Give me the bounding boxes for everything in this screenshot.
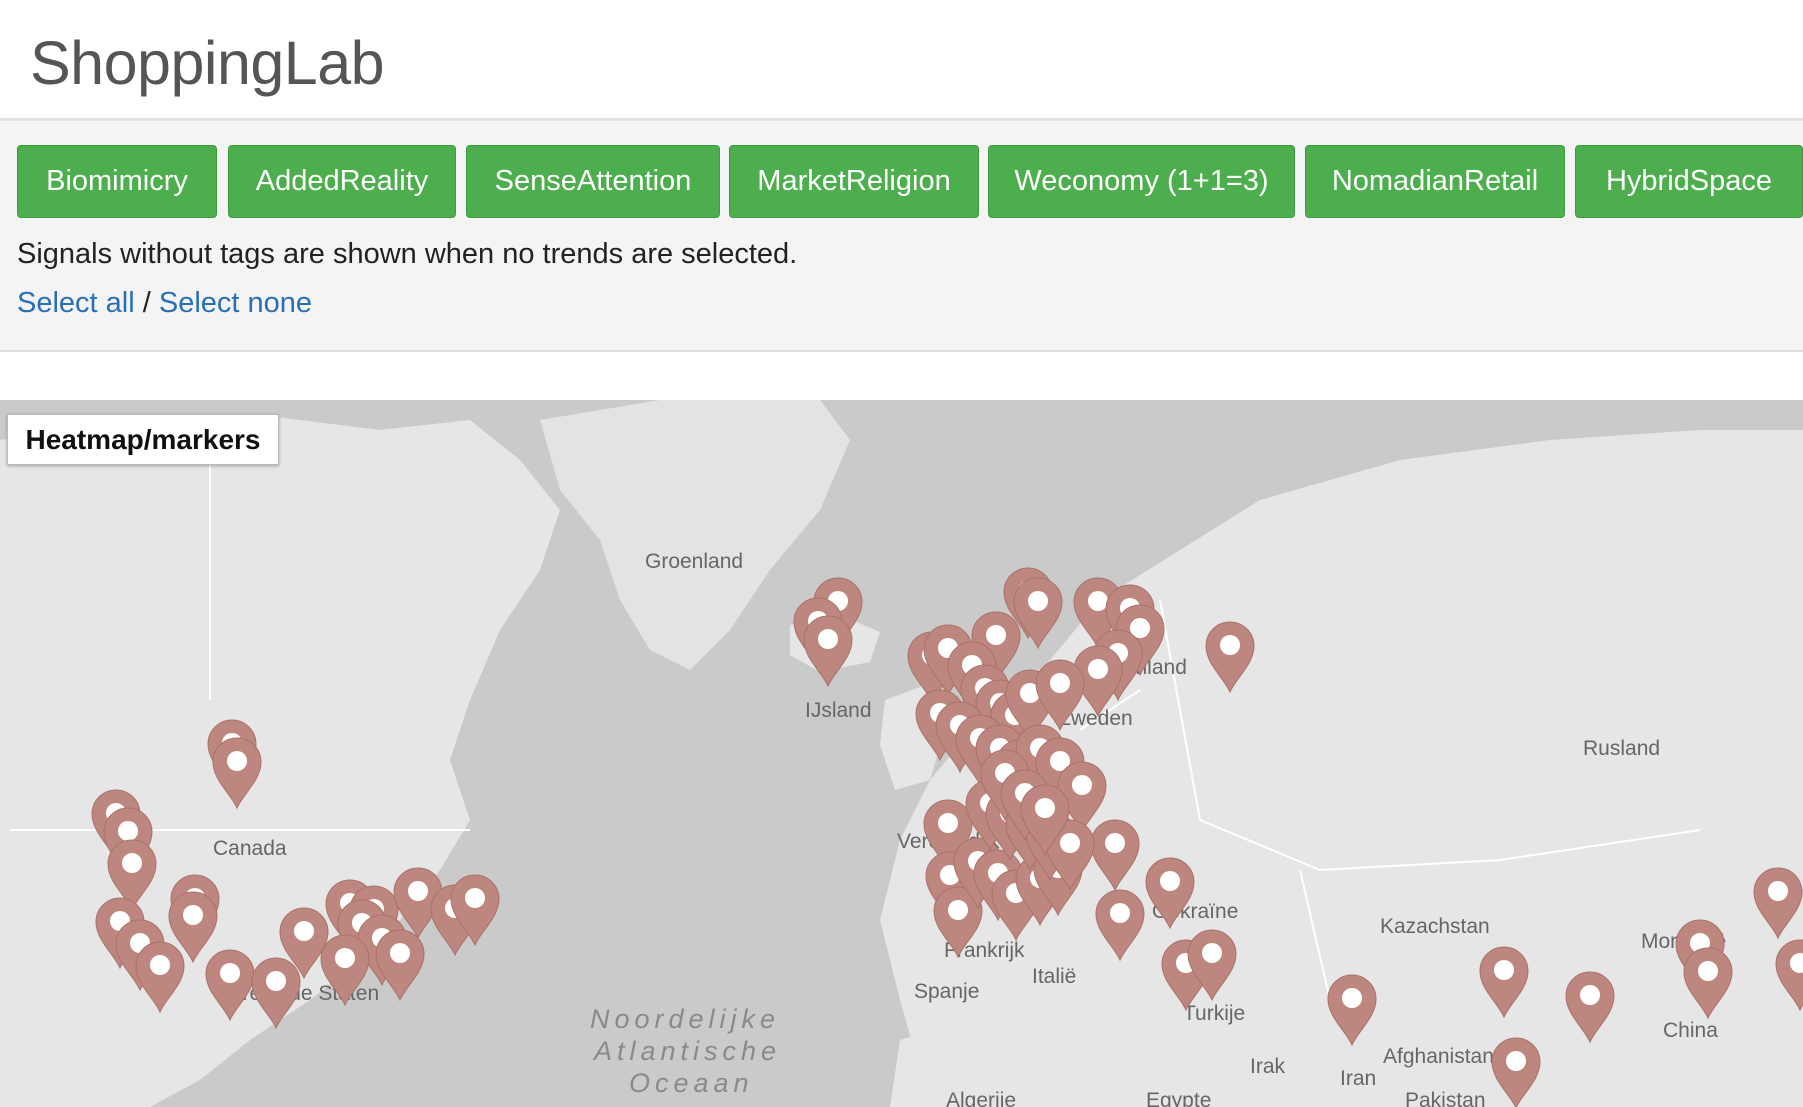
map-marker-center	[1105, 833, 1125, 853]
map-marker-pin-icon[interactable]	[1145, 857, 1195, 930]
map-marker-center	[1580, 985, 1600, 1005]
map-marker-center	[1072, 775, 1092, 795]
map-marker-pin-icon[interactable]	[803, 615, 853, 688]
map-marker-pin-icon[interactable]	[205, 949, 255, 1022]
trend-button-marketreligion[interactable]: MarketReligion	[729, 145, 979, 218]
map-marker-shape	[1775, 939, 1803, 1012]
trend-button-weconomy[interactable]: Weconomy (1+1=3)	[988, 145, 1295, 218]
map-marker-pin-icon[interactable]	[1753, 867, 1803, 940]
map-marker-center	[1768, 881, 1788, 901]
trend-button-biomimicry[interactable]: Biomimicry	[17, 145, 217, 218]
map-marker-shape	[1090, 819, 1140, 892]
filter-info-text: Signals without tags are shown when no t…	[17, 238, 798, 270]
select-links: Select all / Select none	[17, 287, 312, 320]
map-marker-center	[1220, 635, 1240, 655]
map-marker-pin-icon[interactable]	[1775, 939, 1803, 1012]
select-none-link[interactable]: Select none	[159, 287, 312, 319]
map-marker-center	[150, 955, 170, 975]
map-marker-pin-icon[interactable]	[1095, 889, 1145, 962]
select-all-link[interactable]: Select all	[17, 287, 135, 319]
map-marker-pin-icon[interactable]	[320, 934, 370, 1007]
app-header: ShoppingLab	[0, 0, 1803, 121]
map-marker-shape	[1013, 577, 1063, 650]
map-marker-pin-icon[interactable]	[1090, 819, 1140, 892]
map-marker-center	[1028, 591, 1048, 611]
map-marker-center	[1035, 798, 1055, 818]
map-marker-center	[986, 625, 1006, 645]
world-map[interactable]: Heatmap/markers Groenland IJsland Finlan…	[0, 400, 1803, 1107]
map-marker-pin-icon[interactable]	[375, 929, 425, 1002]
map-marker-pin-icon[interactable]	[251, 957, 301, 1030]
map-marker-pin-icon[interactable]	[1479, 946, 1529, 1019]
map-marker-shape	[1753, 867, 1803, 940]
map-marker-center	[1110, 903, 1130, 923]
map-marker-center	[335, 948, 355, 968]
map-marker-center	[408, 881, 428, 901]
trend-button-hybridspace[interactable]: HybridSpace	[1575, 145, 1803, 218]
map-marker-center	[1050, 673, 1070, 693]
map-marker-shape	[375, 929, 425, 1002]
map-marker-shape	[1565, 971, 1615, 1044]
app-title: ShoppingLab	[30, 29, 385, 97]
map-marker-center	[266, 971, 286, 991]
map-marker-center	[294, 921, 314, 941]
trend-button-nomadianretail[interactable]: NomadianRetail	[1305, 145, 1565, 218]
map-marker-pin-icon[interactable]	[1565, 971, 1615, 1044]
map-marker-pin-icon[interactable]	[1491, 1037, 1541, 1107]
map-marker-shape	[135, 941, 185, 1014]
map-marker-center	[122, 853, 142, 873]
map-marker-shape	[1327, 974, 1377, 1047]
map-marker-shape	[320, 934, 370, 1007]
map-marker-center	[118, 821, 138, 841]
trend-button-senseattention[interactable]: SenseAttention	[466, 145, 720, 218]
trend-filter-panel: Biomimicry AddedReality SenseAttention M…	[0, 121, 1803, 352]
select-separator: /	[142, 287, 151, 319]
map-marker-center	[1698, 961, 1718, 981]
map-marker-center	[818, 629, 838, 649]
map-marker-shape	[1479, 946, 1529, 1019]
map-marker-center	[948, 900, 968, 920]
map-marker-pin-icon[interactable]	[135, 941, 185, 1014]
map-marker-shape	[251, 957, 301, 1030]
map-marker-center	[220, 963, 240, 983]
map-marker-shape	[212, 737, 262, 810]
map-marker-center	[1202, 943, 1222, 963]
map-marker-center	[1088, 659, 1108, 679]
map-marker-pin-icon[interactable]	[1013, 577, 1063, 650]
map-marker-center	[1342, 988, 1362, 1008]
marker-layer	[91, 567, 1803, 1107]
map-marker-pin-icon[interactable]	[1327, 974, 1377, 1047]
map-marker-shape	[1145, 857, 1195, 930]
map-marker-center	[1506, 1051, 1526, 1071]
map-marker-center	[1160, 871, 1180, 891]
map-marker-shape	[1683, 947, 1733, 1020]
map-marker-shape	[1491, 1037, 1541, 1107]
map-marker-pin-icon[interactable]	[1683, 947, 1733, 1020]
map-marker-center	[938, 813, 958, 833]
map-marker-center	[1060, 833, 1080, 853]
map-marker-pin-icon[interactable]	[1205, 621, 1255, 694]
map-marker-center	[465, 888, 485, 908]
map-marker-center	[183, 905, 203, 925]
map-marker-shape	[205, 949, 255, 1022]
trend-button-addedreality[interactable]: AddedReality	[228, 145, 456, 218]
map-marker-shape	[1205, 621, 1255, 694]
map-marker-shape	[1095, 889, 1145, 962]
map-marker-center	[390, 943, 410, 963]
map-marker-center	[1494, 960, 1514, 980]
map-marker-shape	[803, 615, 853, 688]
map-marker-center	[227, 751, 247, 771]
map-marker-center	[1088, 591, 1108, 611]
map-marker-pin-icon[interactable]	[212, 737, 262, 810]
